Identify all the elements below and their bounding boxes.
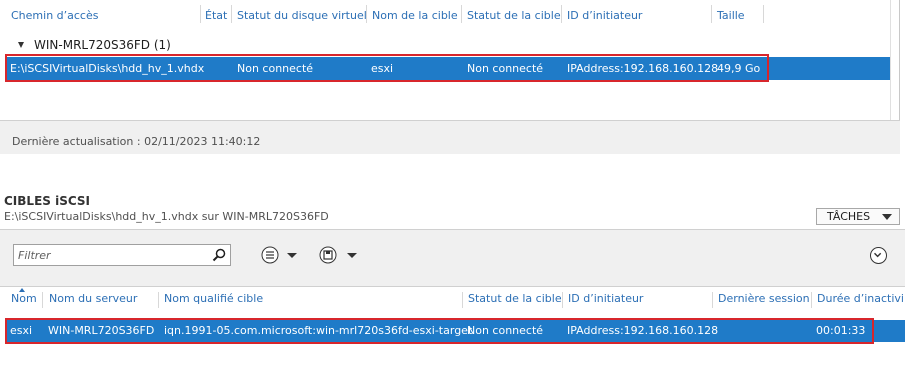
column-header-target-name[interactable]: Nom de la cible [367,0,458,30]
column-header-initiator-id[interactable]: ID d’initiateur [568,289,643,311]
column-divider[interactable] [562,292,563,308]
search-icon[interactable] [212,248,226,262]
column-header-target-status[interactable]: Statut de la cible [468,289,562,311]
dropdown-arrow-icon [882,214,892,220]
status-bar: Dernière actualisation : 02/11/2023 11:4… [0,120,900,154]
column-header-name[interactable]: Nom [11,289,37,311]
expand-section-button[interactable] [870,247,887,264]
tasks-dropdown-button[interactable]: TÂCHES [816,208,900,225]
tasks-label: TÂCHES [827,210,871,223]
column-header-iqn[interactable]: Nom qualifié cible [164,289,263,311]
highlight-annotation-box [5,318,874,344]
last-refresh-text: Dernière actualisation : 02/11/2023 11:4… [12,135,261,148]
chevron-down-icon [874,252,882,258]
column-header-path[interactable]: Chemin d’accès [6,0,98,30]
section-title: CIBLES iSCSI [4,194,90,208]
column-header-server[interactable]: Nom du serveur [49,289,137,311]
filter-input[interactable] [18,247,208,263]
column-divider[interactable] [42,292,43,308]
column-header-target-status[interactable]: Statut de la cible [462,0,561,30]
section-subtitle: E:\iSCSIVirtualDisks\hdd_hv_1.vhdx sur W… [4,210,329,223]
column-header-state[interactable]: État [200,0,227,30]
server-group-header[interactable]: WIN-MRL720S36FD (1) [18,38,171,54]
filter-toolbar [0,229,905,287]
highlight-annotation-box [5,54,769,82]
virtual-disks-pane: Chemin d’accès État Statut du disque vir… [0,0,900,154]
list-options-icon[interactable] [260,245,300,265]
server-group-label: WIN-MRL720S36FD (1) [34,38,171,52]
scrollbar-track[interactable] [890,0,891,120]
collapse-triangle-icon[interactable] [18,42,24,48]
filter-box[interactable] [13,244,231,266]
column-divider[interactable] [712,292,713,308]
column-divider[interactable] [158,292,159,308]
column-header-disk-status[interactable]: Statut du disque virtuel [232,0,367,30]
column-divider[interactable] [763,5,764,23]
column-divider[interactable] [462,292,463,308]
save-query-icon[interactable] [318,245,358,265]
column-divider[interactable] [811,292,812,308]
column-header-size[interactable]: Taille [712,0,745,30]
column-header-initiator-id[interactable]: ID d’initiateur [562,0,642,30]
column-header-idle-time[interactable]: Durée d’inactivi [817,289,905,311]
column-header-last-session[interactable]: Dernière session [718,289,810,311]
